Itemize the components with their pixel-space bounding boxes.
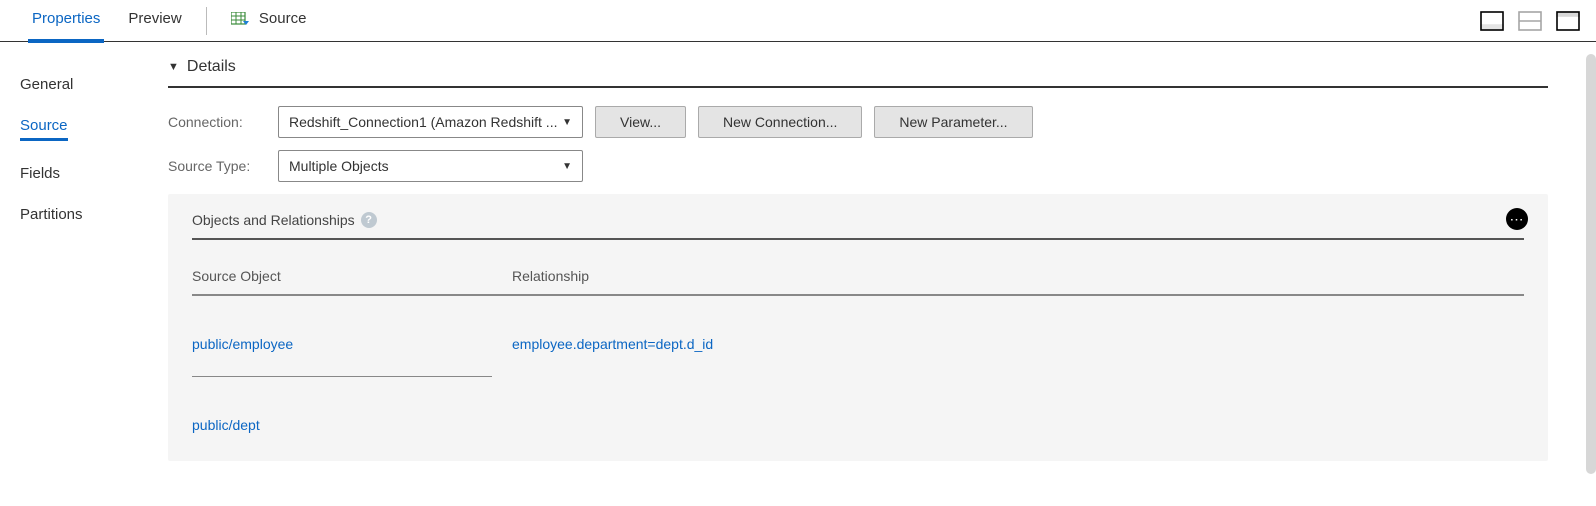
relationship-cell (512, 417, 1524, 433)
main-panel: ▼ Details Connection: Redshift_Connectio… (160, 42, 1596, 506)
source-object-link[interactable]: public/employee (192, 336, 512, 352)
table-row: public/employee employee.department=dept… (192, 296, 1524, 352)
sidebar-item-label: Partitions (20, 206, 83, 223)
col-header-relationship: Relationship (512, 268, 1524, 284)
objects-panel-title: Objects and Relationships ? (192, 212, 1524, 240)
connection-label: Connection: (168, 114, 278, 130)
top-tab-bar: Properties Preview Source (0, 0, 1596, 42)
chevron-down-icon: ▼ (562, 161, 572, 172)
details-header[interactable]: ▼ Details (168, 58, 1548, 88)
row-source-type: Source Type: Multiple Objects ▼ (168, 150, 1548, 182)
active-underline (20, 138, 68, 141)
panel-layout-icons (1480, 11, 1580, 31)
objects-table-header: Source Object Relationship (192, 268, 1524, 296)
source-type-label: Source Type: (168, 158, 278, 174)
source-object-link[interactable]: public/dept (192, 417, 512, 433)
collapse-icon: ▼ (168, 61, 179, 73)
sidebar-item-label: Fields (20, 165, 60, 182)
connection-value: Redshift_Connection1 (Amazon Redshift ..… (289, 114, 557, 130)
tab-source-crumb[interactable]: Source (217, 0, 321, 42)
objects-panel: Objects and Relationships ? ⋯ Source Obj… (168, 194, 1548, 461)
sidebar: General Source Fields Partitions (0, 42, 160, 506)
source-crumb-label: Source (259, 10, 307, 27)
sidebar-item-partitions[interactable]: Partitions (0, 194, 160, 235)
tab-preview[interactable]: Preview (114, 0, 195, 42)
content-area: General Source Fields Partitions ▼ Detai… (0, 42, 1596, 506)
source-table-icon (231, 12, 249, 26)
relationship-link[interactable]: employee.department=dept.d_id (512, 336, 1524, 352)
new-connection-button[interactable]: New Connection... (698, 106, 862, 138)
sidebar-item-label: General (20, 76, 73, 93)
connection-select[interactable]: Redshift_Connection1 (Amazon Redshift ..… (278, 106, 583, 138)
view-button[interactable]: View... (595, 106, 686, 138)
panel-bottom-icon[interactable] (1480, 11, 1504, 31)
scrollbar[interactable] (1586, 54, 1596, 474)
source-type-select[interactable]: Multiple Objects ▼ (278, 150, 583, 182)
panel-full-icon[interactable] (1556, 11, 1580, 31)
sidebar-item-general[interactable]: General (0, 64, 160, 105)
details-title: Details (187, 58, 236, 76)
col-header-source-object: Source Object (192, 268, 512, 284)
new-parameter-button[interactable]: New Parameter... (874, 106, 1032, 138)
sidebar-item-source[interactable]: Source (0, 105, 160, 153)
help-icon[interactable]: ? (361, 212, 377, 228)
panel-split-icon[interactable] (1518, 11, 1542, 31)
table-row: public/dept (192, 377, 1524, 433)
row-connection: Connection: Redshift_Connection1 (Amazon… (168, 106, 1548, 138)
sidebar-item-label: Source (20, 117, 68, 134)
sidebar-item-fields[interactable]: Fields (0, 153, 160, 194)
chevron-down-icon: ▼ (562, 117, 572, 128)
tab-properties[interactable]: Properties (18, 0, 114, 42)
more-actions-button[interactable]: ⋯ (1506, 208, 1528, 230)
tab-separator (206, 7, 207, 35)
source-type-value: Multiple Objects (289, 158, 389, 174)
objects-title-text: Objects and Relationships (192, 212, 355, 228)
